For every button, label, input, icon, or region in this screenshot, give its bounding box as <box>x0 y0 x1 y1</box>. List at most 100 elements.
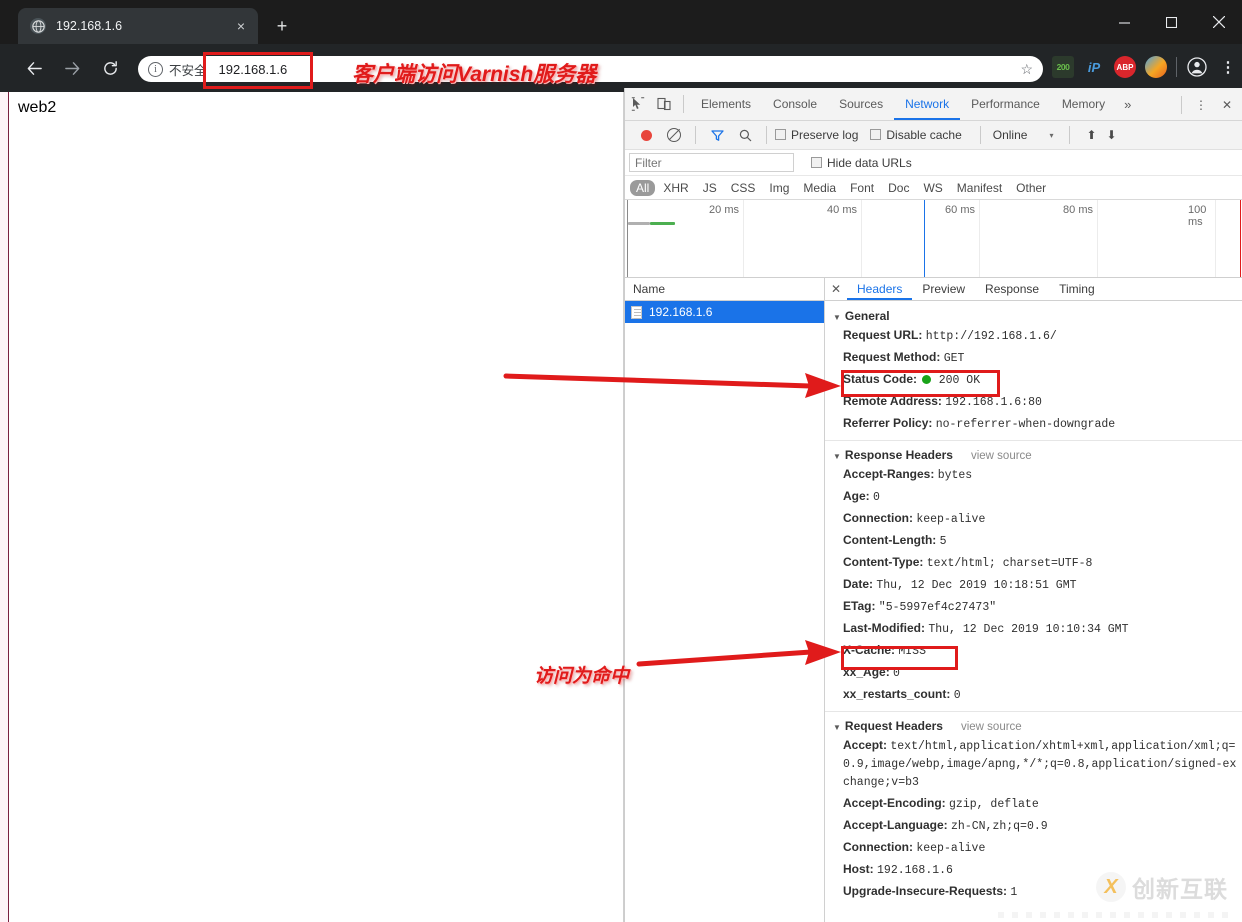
triangle-down-icon: ▼ <box>833 452 841 461</box>
tab-network[interactable]: Network <box>894 88 961 120</box>
tab-console[interactable]: Console <box>762 88 828 120</box>
forward-button[interactable] <box>58 54 86 82</box>
search-icon[interactable] <box>732 122 758 148</box>
tab-close-icon[interactable]: × <box>232 18 250 34</box>
header-row: Accept-Language: zh-CN,zh;q=0.9 <box>825 815 1242 837</box>
header-row: Accept: text/html,application/xhtml+xml,… <box>825 735 1242 793</box>
dom-content-loaded-marker <box>924 200 925 277</box>
tab-title: 192.168.1.6 <box>56 19 123 33</box>
inspect-element-icon[interactable] <box>625 91 651 117</box>
tab-memory[interactable]: Memory <box>1051 88 1116 120</box>
preserve-log-label: Preserve log <box>791 128 859 142</box>
device-toolbar-icon[interactable] <box>651 91 677 117</box>
toolbar-divider <box>1181 95 1182 114</box>
request-name: 192.168.1.6 <box>649 305 713 319</box>
adblock-plus-extension-icon[interactable]: ABP <box>1114 56 1136 78</box>
status-code-200-extension-icon[interactable]: 200 <box>1052 56 1074 78</box>
view-source-link[interactable]: view source <box>961 721 1022 733</box>
reload-button[interactable] <box>96 54 124 82</box>
request-row[interactable]: 192.168.1.6 <box>625 301 824 323</box>
header-row: Last-Modified: Thu, 12 Dec 2019 10:10:34… <box>825 618 1242 640</box>
section-divider <box>825 711 1242 712</box>
maximize-button[interactable] <box>1148 0 1195 44</box>
header-row: Content-Type: text/html; charset=UTF-8 <box>825 552 1242 574</box>
hide-data-urls-toggle[interactable]: Hide data URLs <box>811 156 912 170</box>
view-source-link[interactable]: view source <box>971 450 1032 462</box>
status-code-row: Status Code: 200 OK <box>825 369 1242 391</box>
type-filter-doc[interactable]: Doc <box>882 180 915 196</box>
type-filter-other[interactable]: Other <box>1010 180 1052 196</box>
header-row: Referrer Policy: no-referrer-when-downgr… <box>825 413 1242 435</box>
header-key: ETag: <box>843 599 876 613</box>
funnel-icon[interactable] <box>704 122 730 148</box>
ip-extension-icon[interactable]: iP <box>1083 56 1105 78</box>
close-button[interactable] <box>1195 0 1242 44</box>
type-filter-font[interactable]: Font <box>844 180 880 196</box>
type-filter-manifest[interactable]: Manifest <box>951 180 1008 196</box>
clear-button[interactable] <box>661 122 687 148</box>
preserve-log-checkbox[interactable] <box>775 129 786 140</box>
header-value: 192.168.1.6:80 <box>945 396 1042 409</box>
throttling-select[interactable]: Online <box>993 128 1028 142</box>
devtools-panel: Elements Console Sources Network Perform… <box>624 88 1242 922</box>
filter-input[interactable] <box>629 153 794 172</box>
header-key: Upgrade-Insecure-Requests: <box>843 884 1008 898</box>
title-bar: 192.168.1.6 × + <box>0 0 1242 44</box>
new-tab-button[interactable]: + <box>270 14 294 38</box>
chevron-down-icon[interactable]: ▾ <box>1049 131 1053 140</box>
tab-sources[interactable]: Sources <box>828 88 894 120</box>
back-button[interactable] <box>20 54 48 82</box>
detail-tab-bar: ✕ Headers Preview Response Timing <box>825 278 1242 301</box>
response-headers-title[interactable]: ▼ Response Headers view source <box>825 446 1242 464</box>
bookmark-star-icon[interactable]: ☆ <box>1020 61 1033 78</box>
load-event-marker <box>1240 200 1241 277</box>
tab-headers[interactable]: Headers <box>847 278 913 300</box>
site-info-icon[interactable]: i <box>148 61 163 77</box>
header-key: Content-Length: <box>843 533 937 547</box>
type-filter-css[interactable]: CSS <box>725 180 762 196</box>
preserve-log-toggle[interactable]: Preserve log <box>775 128 858 142</box>
firefly-extension-icon[interactable] <box>1145 56 1167 78</box>
header-row: Upgrade-Insecure-Requests: 1 <box>825 881 1242 903</box>
type-filter-all[interactable]: All <box>630 179 656 196</box>
disable-cache-checkbox[interactable] <box>870 129 882 140</box>
tab-response[interactable]: Response <box>975 278 1049 300</box>
network-overview-timeline[interactable]: 20 ms 40 ms 60 ms 80 ms 100 ms <box>625 200 1242 278</box>
address-bar[interactable]: i 不安全 192.168.1.6 ☆ <box>138 56 1043 82</box>
type-filter-media[interactable]: Media <box>797 180 842 196</box>
type-filter-ws[interactable]: WS <box>917 180 948 196</box>
detail-close-icon[interactable]: ✕ <box>825 282 847 296</box>
devtools-close-icon[interactable]: ✕ <box>1214 92 1240 118</box>
type-filter-xhr[interactable]: XHR <box>657 180 694 196</box>
disable-cache-toggle[interactable]: Disable cache <box>870 128 962 142</box>
minimize-button[interactable] <box>1101 0 1148 44</box>
header-row: Accept-Encoding: gzip, deflate <box>825 793 1242 815</box>
tab-elements[interactable]: Elements <box>690 88 762 120</box>
header-row: Age: 0 <box>825 486 1242 508</box>
request-headers-title[interactable]: ▼ Request Headers view source <box>825 717 1242 735</box>
triangle-down-icon: ▼ <box>833 313 841 322</box>
security-label: 不安全 <box>169 63 207 78</box>
x-cache-value: MISS <box>898 645 926 658</box>
more-tabs-icon[interactable]: » <box>1116 97 1139 112</box>
export-har-icon[interactable]: ⬇ <box>1107 128 1117 142</box>
request-details: ✕ Headers Preview Response Timing ▼ Gene… <box>825 278 1242 922</box>
devtools-menu-icon[interactable]: ⋮ <box>1188 92 1214 118</box>
tab-timing[interactable]: Timing <box>1049 278 1105 300</box>
chrome-menu-icon[interactable]: ⋮ <box>1217 56 1239 78</box>
header-row: Content-Length: 5 <box>825 530 1242 552</box>
tab-preview[interactable]: Preview <box>912 278 975 300</box>
url-text[interactable]: 192.168.1.6 <box>219 62 288 77</box>
import-har-icon[interactable]: ⬆ <box>1086 128 1096 142</box>
type-filter-img[interactable]: Img <box>763 180 795 196</box>
general-section-title[interactable]: ▼ General <box>825 307 1242 325</box>
hide-data-urls-checkbox[interactable] <box>811 157 822 168</box>
disable-cache-label: Disable cache <box>886 128 962 142</box>
overview-request-bar-queue <box>628 222 650 225</box>
profile-avatar-icon[interactable] <box>1186 56 1208 78</box>
general-title-label: General <box>844 309 890 323</box>
type-filter-js[interactable]: JS <box>697 180 723 196</box>
tab-performance[interactable]: Performance <box>960 88 1051 120</box>
browser-tab[interactable]: 192.168.1.6 × <box>18 8 258 44</box>
record-button[interactable] <box>633 122 659 148</box>
